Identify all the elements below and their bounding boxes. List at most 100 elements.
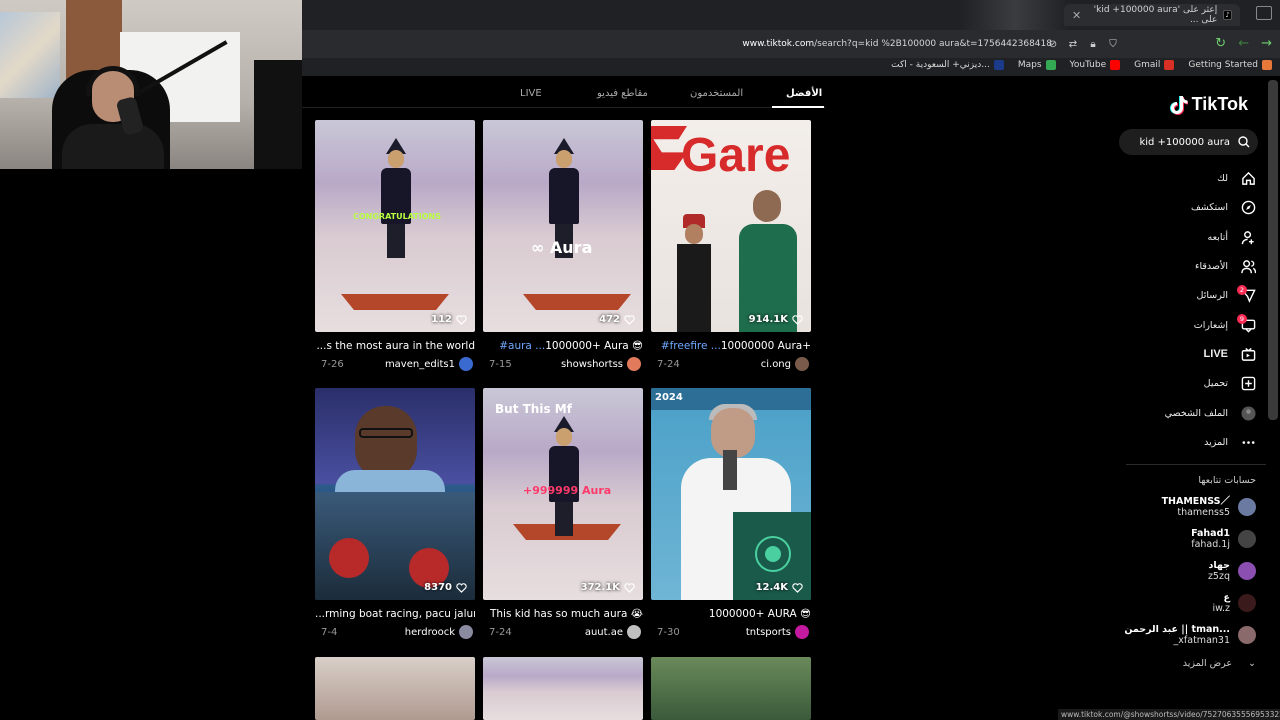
search-icon[interactable]: [1238, 136, 1250, 148]
video-card[interactable]: ∞ Aura 472 #aura ...1000000+ Aura 😎 7-15 sh…: [483, 120, 643, 371]
video-overlay-text: CONGRATULATIONS: [353, 212, 441, 221]
video-card-peek[interactable]: [483, 657, 643, 720]
bookmark-item[interactable]: YouTube: [1070, 60, 1121, 70]
followed-account[interactable]: عبد الرحمن || tman... _xfatman31: [1106, 622, 1256, 648]
video-thumbnail[interactable]: 8370: [315, 388, 475, 600]
sidebar-item-label: الملف الشخصي: [1164, 407, 1228, 419]
tab-top[interactable]: الأفضل: [786, 88, 822, 99]
author-avatar: [795, 625, 809, 639]
like-count-value: 472: [599, 314, 620, 325]
wall-art: [0, 12, 60, 98]
close-tab-icon[interactable]: ✕: [1072, 9, 1081, 22]
scrollbar[interactable]: [1268, 80, 1278, 420]
video-thumbnail[interactable]: 2024 12.4K: [651, 388, 811, 600]
avatar: [1238, 594, 1256, 612]
translate-icon[interactable]: ⇄: [1066, 37, 1080, 51]
account-name: ع: [1223, 592, 1231, 603]
sidebar-item-inbox[interactable]: إشعارات 9: [1116, 310, 1256, 339]
see-more-label: عرض المزيد: [1182, 658, 1233, 669]
hashtag-link[interactable]: #aura ...: [499, 340, 545, 352]
video-card[interactable]: 2024 12.4K 1000000+ AURA 😎 7-30 tntsports: [651, 388, 811, 639]
video-thumbnail[interactable]: But This Mf +999999 Aura 372.1K: [483, 388, 643, 600]
sidebar-item-following[interactable]: أتابعه: [1116, 223, 1256, 252]
video-card-peek[interactable]: [651, 657, 811, 720]
video-caption[interactable]: #aura ...1000000+ Aura 😎: [483, 340, 643, 354]
video-caption[interactable]: ...s the most aura in the world: [315, 340, 475, 354]
tab-title: إعثر على 'kid +100000 aura' على ...: [1093, 5, 1218, 25]
video-caption[interactable]: #freefire ...10000000 Aura+: [651, 340, 811, 354]
upload-icon: [1240, 376, 1256, 392]
video-card-peek[interactable]: [315, 657, 475, 720]
video-author[interactable]: maven_edits1: [385, 357, 475, 371]
camera-blocked-icon[interactable]: ⊘: [1046, 37, 1060, 51]
url-field[interactable]: www.tiktok.com/search?q=kid %2B100000 au…: [742, 39, 1052, 49]
browser-tab[interactable]: ♪ إعثر على 'kid +100000 aura' على ... ✕: [1064, 4, 1240, 26]
sidebar-item-label: الرسائل: [1196, 290, 1228, 302]
video-caption[interactable]: This kid has so much aura 😭: [483, 608, 643, 622]
bookmark-item[interactable]: Getting Started: [1188, 60, 1272, 70]
sidebar-item-messages[interactable]: الرسائل 2: [1116, 281, 1256, 310]
hashtag-link[interactable]: #freefire ...: [661, 340, 721, 352]
video-meta: 7-24 ci.ong: [651, 357, 811, 371]
tiktok-favicon-icon: ♪: [1223, 10, 1232, 20]
tab-live[interactable]: LIVE: [520, 88, 542, 99]
chevron-down-icon: ⌄: [1248, 658, 1256, 669]
headphones: [86, 66, 140, 96]
avatar: [1238, 626, 1256, 644]
caption-text: 1000000+ AURA 😎: [708, 608, 811, 620]
lock-icon[interactable]: 🔒︎: [1086, 37, 1100, 51]
window-restore-icon[interactable]: [1256, 6, 1272, 20]
active-tab-indicator: [772, 106, 824, 108]
back-arrow-icon[interactable]: ←: [1238, 36, 1249, 51]
like-count: 472: [599, 314, 635, 325]
video-date: 7-30: [657, 626, 680, 638]
followed-account[interactable]: Fahad1 fahad.1j: [1106, 526, 1256, 552]
bookmark-item[interactable]: Maps: [1018, 60, 1056, 70]
video-caption[interactable]: 1000000+ AURA 😎: [651, 608, 811, 622]
video-caption[interactable]: ...rming boat racing, pacu jalur: [315, 608, 475, 622]
sidebar-item-live[interactable]: LIVE: [1116, 340, 1256, 369]
sidebar-item-label: تحميل: [1203, 378, 1228, 390]
video-author[interactable]: showshortss: [561, 357, 643, 371]
followed-account[interactable]: ع iw.z: [1106, 590, 1256, 616]
video-card[interactable]: But This Mf +999999 Aura 372.1K This kid ha…: [483, 388, 643, 639]
video-thumbnail[interactable]: ∞ Aura 472: [483, 120, 643, 332]
bookmark-item[interactable]: ديزني+ السعودية - اكت...: [891, 60, 1004, 70]
video-date: 7-24: [489, 626, 512, 638]
video-author[interactable]: auut.ae: [585, 625, 643, 639]
avatar: [1238, 530, 1256, 548]
sidebar-item-friends[interactable]: الأصدقاء: [1116, 252, 1256, 281]
followed-account[interactable]: THAMENSS／ thamenss5: [1106, 494, 1256, 520]
sidebar-item-compass[interactable]: استكشف: [1116, 193, 1256, 222]
video-card[interactable]: CONGRATULATIONS 112 ...s the most aura in …: [315, 120, 475, 371]
video-card[interactable]: Gare 914.1K #freefire ...10000000 Aura+ 7-…: [651, 120, 811, 371]
followed-account[interactable]: جهاد z5zq: [1106, 558, 1256, 584]
video-card[interactable]: 8370 ...rming boat racing, pacu jalur 7-4 h…: [315, 388, 475, 639]
sidebar-item-home[interactable]: لك: [1116, 164, 1256, 193]
video-author[interactable]: ci.ong: [761, 357, 811, 371]
video-meta: 7-4 herdroock: [315, 625, 475, 639]
see-more-accounts[interactable]: عرض المزيد ⌄: [1183, 658, 1256, 669]
sidebar-item-upload[interactable]: تحميل: [1116, 369, 1256, 398]
sidebar-item-profile-avatar[interactable]: الملف الشخصي: [1116, 398, 1256, 427]
bookmark-item[interactable]: Gmail: [1134, 60, 1175, 70]
shield-icon[interactable]: ⛉: [1106, 37, 1120, 51]
video-author[interactable]: tntsports: [746, 625, 811, 639]
tab-users[interactable]: المستخدمون: [690, 88, 743, 99]
account-name: Fahad1: [1191, 528, 1230, 539]
sidebar-item-label: أتابعه: [1207, 231, 1229, 243]
sidebar-item-more[interactable]: المزيد: [1116, 428, 1256, 457]
account-username: z5zq: [1207, 571, 1230, 582]
search-input[interactable]: kid +100000 aura: [1119, 129, 1258, 155]
forward-arrow-icon[interactable]: →: [1261, 36, 1272, 51]
tiktok-logo[interactable]: TikTok: [1169, 94, 1248, 115]
search-tabs: LIVE مقاطع فيديو المستخدمون الأفضل: [302, 76, 826, 108]
like-count: 8370: [424, 582, 467, 593]
video-author[interactable]: herdroock: [405, 625, 475, 639]
video-thumbnail[interactable]: CONGRATULATIONS 112: [315, 120, 475, 332]
heart-icon: [456, 314, 467, 325]
tab-videos[interactable]: مقاطع فيديو: [597, 88, 648, 99]
reload-icon[interactable]: ↻: [1215, 36, 1226, 51]
video-date: 7-15: [489, 358, 512, 370]
video-thumbnail[interactable]: Gare 914.1K: [651, 120, 811, 332]
